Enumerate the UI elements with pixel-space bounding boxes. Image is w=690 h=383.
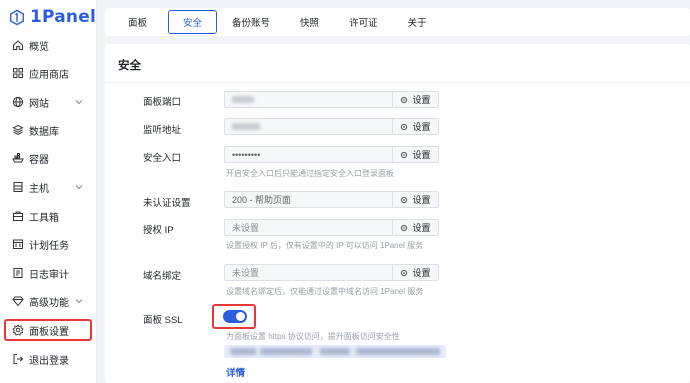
sidebar-item-label: 工具箱 <box>29 212 59 224</box>
highlight-panel-ssl <box>212 304 256 329</box>
page-title: 安全 <box>118 60 141 72</box>
set-label: 设置 <box>412 122 431 132</box>
unauth-setting-input[interactable]: 200 - 帮助页面 <box>224 191 392 208</box>
port-input[interactable] <box>224 91 392 108</box>
panel-ssl-hint: 为面板设置 https 协议访问，提升面板访问安全性 <box>226 332 400 341</box>
port-label: 面板端口 <box>143 97 182 108</box>
sidebar-item-overview[interactable]: 概览 <box>3 33 93 57</box>
sidebar-item-logout[interactable]: 退出登录 <box>3 347 93 371</box>
set-label: 设置 <box>412 223 431 233</box>
tab-backup-accounts[interactable]: 备份账号 <box>217 10 285 34</box>
tab-about[interactable]: 关于 <box>393 10 442 34</box>
sidebar-item-label: 数据库 <box>29 126 59 138</box>
unauth-setting-label: 未认证设置 <box>143 198 191 209</box>
security-entrance-label: 安全入口 <box>143 153 182 164</box>
container-ship-icon <box>11 152 24 165</box>
domain-binding-hint: 设置域名绑定后，仅能通过设置中域名访问 1Panel 服务 <box>226 287 424 296</box>
sidebar: 1Panel 概览 应用商店 网站 数据库 容器 主机 工具箱 计划任务 日志审… <box>0 0 97 383</box>
listen-address-label: 监听地址 <box>143 125 182 136</box>
sidebar-item-databases[interactable]: 数据库 <box>3 118 93 142</box>
authorized-ip-input[interactable]: 未设置 <box>224 219 392 236</box>
port-value-redacted <box>232 96 254 103</box>
security-entrance-set-button[interactable]: 设置 <box>392 146 439 163</box>
sidebar-item-websites[interactable]: 网站 <box>3 90 93 114</box>
tab-panel[interactable]: 面板 <box>113 10 162 34</box>
app-logo[interactable]: 1Panel <box>0 0 96 34</box>
chevron-down-icon <box>75 100 83 105</box>
domain-binding-input[interactable]: 未设置 <box>224 264 392 281</box>
apps-grid-icon <box>11 67 24 80</box>
set-label: 设置 <box>412 195 431 205</box>
logout-icon <box>11 353 24 366</box>
sidebar-item-scheduled-tasks[interactable]: 计划任务 <box>3 232 93 256</box>
tab-license[interactable]: 许可证 <box>334 10 393 34</box>
host-server-icon <box>11 181 24 194</box>
highlight-panel-settings <box>4 319 92 341</box>
sidebar-item-containers[interactable]: 容器 <box>3 146 93 170</box>
security-entrance-input[interactable]: ••••••••• <box>224 146 392 163</box>
gear-icon <box>401 269 408 276</box>
diamond-icon <box>11 295 24 308</box>
unauth-setting-set-button[interactable]: 设置 <box>392 191 439 208</box>
database-layers-icon <box>11 124 24 137</box>
sidebar-item-hosts[interactable]: 主机 <box>3 175 93 199</box>
globe-icon <box>11 96 24 109</box>
domain-binding-label: 域名绑定 <box>143 271 182 282</box>
set-label: 设置 <box>412 95 431 105</box>
sidebar-item-label: 网站 <box>29 98 49 110</box>
authorized-ip-label: 授权 IP <box>143 225 174 236</box>
gear-icon <box>401 123 408 130</box>
toolbox-icon <box>11 210 24 223</box>
listen-address-value-redacted <box>232 123 260 130</box>
sidebar-item-label: 概览 <box>29 41 49 53</box>
gear-icon <box>401 224 408 231</box>
domain-binding-set-button[interactable]: 设置 <box>392 264 439 281</box>
sidebar-item-label: 高级功能 <box>29 297 69 309</box>
settings-tabs: 面板 安全 备份账号 快照 许可证 关于 <box>105 8 690 36</box>
tab-security[interactable]: 安全 <box>168 10 218 34</box>
sidebar-item-label: 容器 <box>29 154 49 166</box>
ssl-certificate-info-redacted <box>224 345 446 358</box>
security-entrance-hint: 开启安全入口后只能通过指定安全入口登录面板 <box>226 169 394 178</box>
sidebar-item-log-audit[interactable]: 日志审计 <box>3 261 93 285</box>
divider <box>105 82 690 83</box>
sidebar-item-toolbox[interactable]: 工具箱 <box>3 204 93 228</box>
tab-snapshots[interactable]: 快照 <box>285 10 334 34</box>
1panel-logo-icon <box>10 9 25 25</box>
gear-icon <box>401 151 408 158</box>
sidebar-item-label: 应用商店 <box>29 69 69 81</box>
sidebar-item-label: 计划任务 <box>29 240 69 252</box>
authorized-ip-set-button[interactable]: 设置 <box>392 219 439 236</box>
home-icon <box>11 39 24 52</box>
calendar-task-icon <box>11 238 24 251</box>
set-label: 设置 <box>412 150 431 160</box>
port-set-button[interactable]: 设置 <box>392 91 439 108</box>
chevron-down-icon <box>75 299 83 304</box>
listen-address-set-button[interactable]: 设置 <box>392 118 439 135</box>
chevron-down-icon <box>75 185 83 190</box>
sidebar-item-label: 退出登录 <box>29 355 69 367</box>
authorized-ip-hint: 设置授权 IP 后，仅有设置中的 IP 可以访问 1Panel 服务 <box>226 241 424 250</box>
app-name: 1Panel <box>30 7 96 27</box>
gear-icon <box>401 196 408 203</box>
sidebar-item-app-store[interactable]: 应用商店 <box>3 61 93 85</box>
sidebar-item-label: 日志审计 <box>29 269 69 281</box>
set-label: 设置 <box>412 268 431 278</box>
listen-address-input[interactable] <box>224 118 392 135</box>
sidebar-item-label: 主机 <box>29 183 49 195</box>
gear-icon <box>401 96 408 103</box>
ssl-details-link[interactable]: 详情 <box>226 365 245 379</box>
sidebar-item-advanced-features[interactable]: 高级功能 <box>3 289 93 313</box>
log-audit-icon <box>11 267 24 280</box>
